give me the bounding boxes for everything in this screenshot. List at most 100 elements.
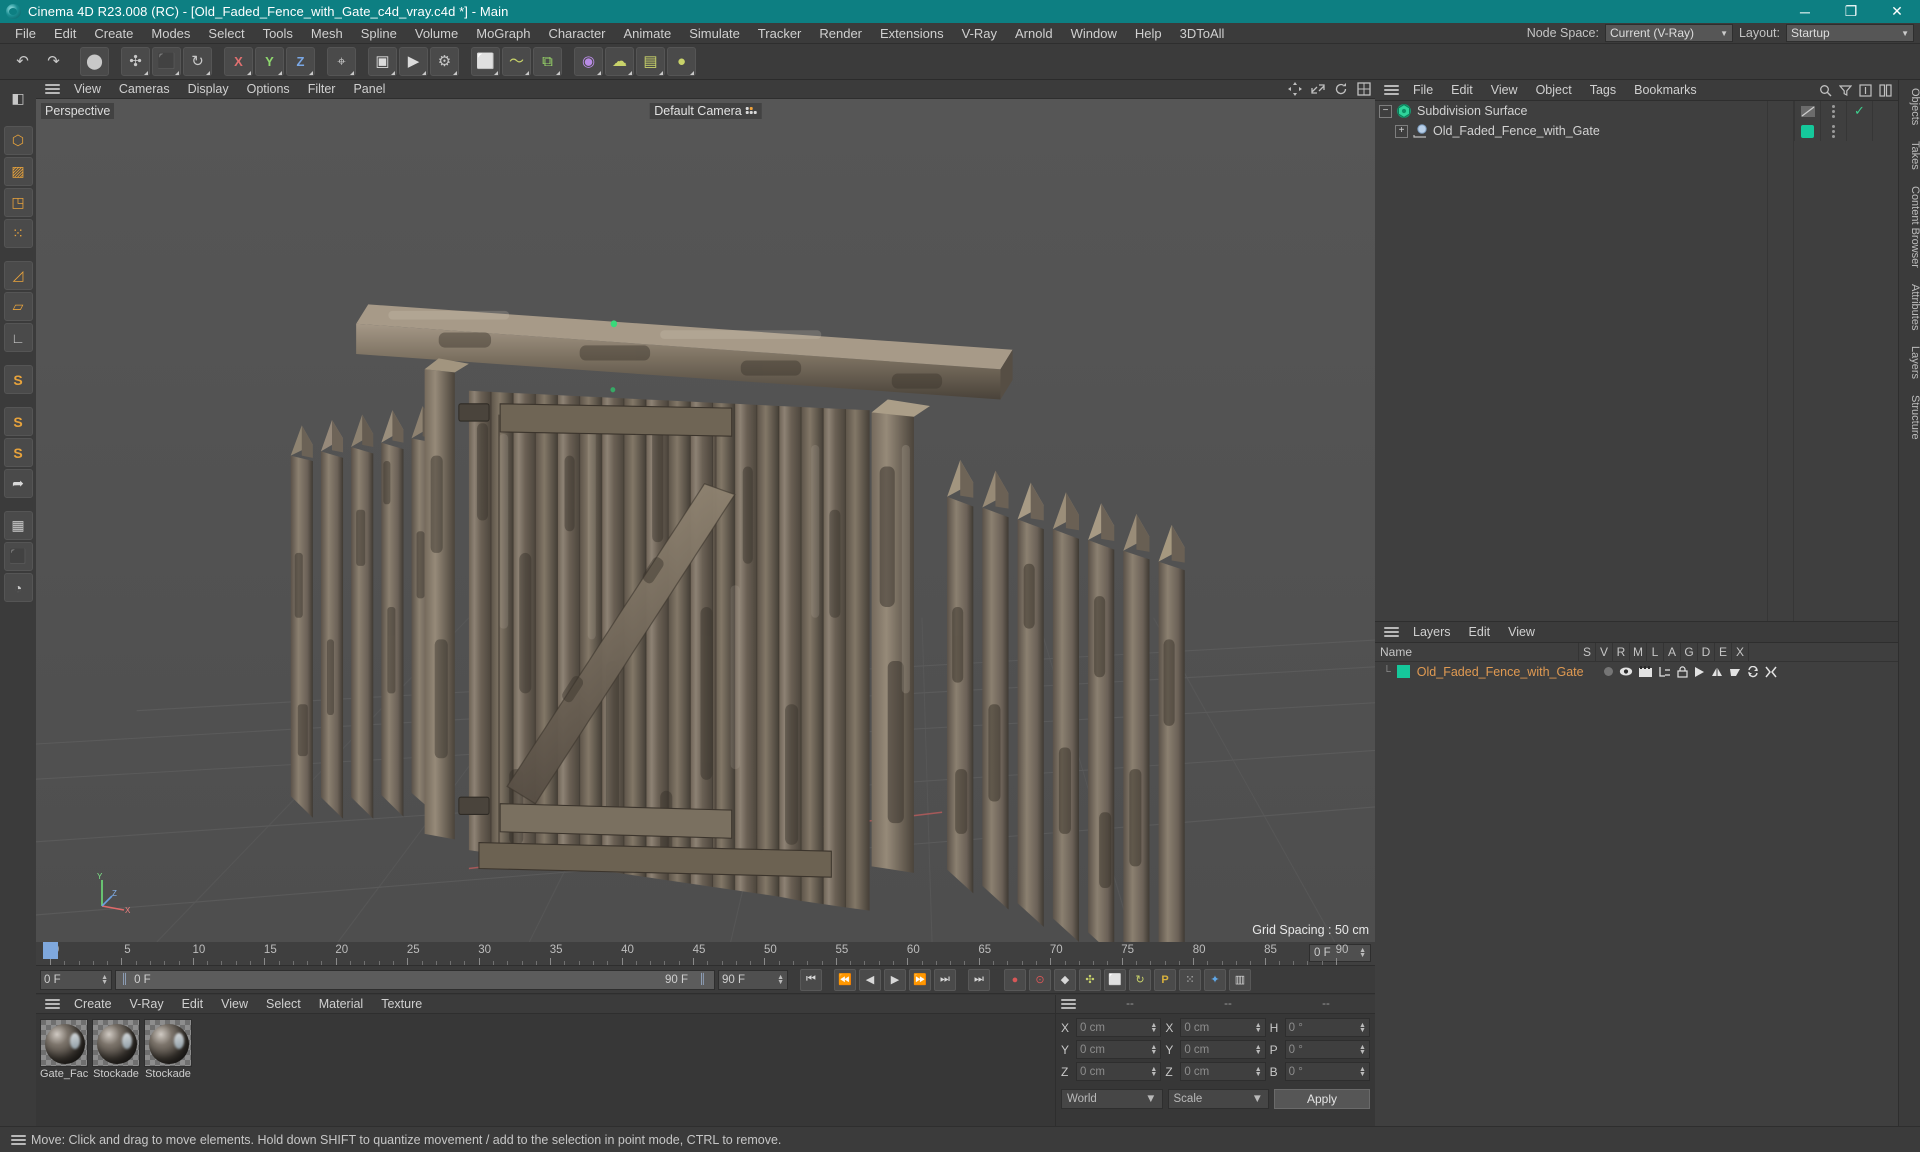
viewport-menu-hamburger-icon[interactable] — [45, 84, 60, 94]
range-handle-right-icon[interactable]: ║ — [699, 974, 706, 985]
go-to-end-button[interactable]: ⏭ — [968, 968, 990, 991]
add-camera-object[interactable]: ▤ — [636, 47, 665, 76]
manager-toggle-icon[interactable] — [1658, 666, 1671, 678]
material-item[interactable]: Stockade — [92, 1019, 140, 1080]
material-tag-slot[interactable] — [1794, 101, 1820, 121]
menu-mograph[interactable]: MoGraph — [467, 23, 539, 44]
spinner-icon[interactable]: ▲ ▼ — [1255, 1066, 1262, 1078]
object-menu-file[interactable]: File — [1404, 81, 1442, 100]
enable-snapping-button[interactable]: ➦ — [3, 469, 33, 498]
texture-mode-button[interactable]: ▨ — [3, 157, 33, 186]
layer-column-a[interactable]: A — [1663, 642, 1680, 662]
rotation-key-button[interactable]: ↻ — [1129, 968, 1151, 991]
render-toggle-icon[interactable] — [1638, 665, 1652, 678]
close-button[interactable]: ✕ — [1874, 0, 1920, 23]
timeline-playhead[interactable] — [43, 942, 58, 959]
make-editable-button[interactable]: ◧ — [4, 84, 33, 113]
add-spline-object[interactable]: 〜 — [502, 47, 531, 76]
material-preview[interactable] — [40, 1019, 88, 1067]
rotation-b-input[interactable]: 0 ° ▲ ▼ — [1284, 1062, 1370, 1081]
record-active-objects-button[interactable]: ● — [1004, 968, 1026, 991]
layer-column-m[interactable]: M — [1629, 642, 1646, 662]
material-item[interactable]: Gate_Fac — [40, 1019, 88, 1080]
material-menu-view[interactable]: View — [212, 995, 257, 1014]
range-handle-left-icon[interactable]: ║ — [121, 974, 128, 985]
object-row-subdivision-surface[interactable]: − Subdivision Surface ✓ — [1375, 101, 1898, 121]
layer-menu-view[interactable]: View — [1499, 623, 1544, 642]
layer-column-r[interactable]: R — [1612, 642, 1629, 662]
render-settings-button[interactable]: ⚙ — [430, 47, 459, 76]
rotation-h-input[interactable]: 0 ° ▲ ▼ — [1284, 1018, 1370, 1037]
point-level-animation-toggle[interactable]: ✦ — [1204, 968, 1226, 991]
row-dots-icon[interactable] — [1820, 121, 1846, 141]
menu-3dtoall[interactable]: 3DToAll — [1171, 23, 1234, 44]
play-backwards-button[interactable]: ◀ — [859, 968, 881, 991]
points-mode-button[interactable]: ⁙ — [3, 219, 33, 248]
layer-menu-layers[interactable]: Layers — [1404, 623, 1460, 642]
viewport-solo-off-button[interactable]: S — [3, 438, 33, 467]
layout-select[interactable]: Startup ▼ — [1786, 24, 1914, 42]
menu-simulate[interactable]: Simulate — [680, 23, 749, 44]
material-tag-slot[interactable] — [1794, 121, 1820, 141]
layer-column-l[interactable]: L — [1646, 642, 1663, 662]
object-menu-view[interactable]: View — [1482, 81, 1527, 100]
polygons-mode-button[interactable]: ▱ — [3, 292, 33, 321]
minimize-button[interactable]: ─ — [1782, 0, 1828, 23]
live-selection-tool[interactable]: ⬤ — [80, 47, 109, 76]
preview-range-bar[interactable]: ║ 0 F 90 F ║ — [115, 969, 715, 990]
redo-button[interactable]: ↷ — [39, 47, 68, 76]
xref-toggle-icon[interactable] — [1764, 666, 1777, 678]
scale-key-button[interactable]: ⬜ — [1104, 968, 1126, 991]
workplane-lock-button[interactable]: ▦ — [3, 511, 33, 540]
position-x-input[interactable]: 0 cm ▲ ▼ — [1076, 1018, 1162, 1037]
render-to-picture-viewer[interactable]: ▶ — [399, 47, 428, 76]
visibility-eye-icon[interactable] — [1619, 666, 1633, 677]
add-cube-object[interactable]: ⬜ — [471, 47, 500, 76]
position-z-input[interactable]: 0 cm ▲ ▼ — [1076, 1062, 1162, 1081]
model-mode-button[interactable]: ⬡ — [3, 126, 33, 155]
spinner-icon[interactable]: ▲ ▼ — [1150, 1066, 1157, 1078]
layer-column-g[interactable]: G — [1680, 642, 1697, 662]
viewport-menu-cameras[interactable]: Cameras — [110, 80, 179, 99]
modelling-axis-button[interactable]: ⬛ — [3, 542, 33, 571]
material-menu-edit[interactable]: Edit — [173, 995, 213, 1014]
size-x-input[interactable]: 0 cm ▲ ▼ — [1180, 1018, 1266, 1037]
phong-tag-button[interactable]: ◔ — [3, 573, 33, 602]
layer-column-s[interactable]: S — [1578, 642, 1595, 662]
position-y-input[interactable]: 0 cm ▲ ▼ — [1076, 1040, 1162, 1059]
node-space-select[interactable]: Current (V-Ray) ▼ — [1604, 24, 1733, 42]
menu-edit[interactable]: Edit — [45, 23, 85, 44]
rotation-p-input[interactable]: 0 ° ▲ ▼ — [1284, 1040, 1370, 1059]
parameter-key-button[interactable]: P — [1154, 968, 1176, 991]
menu-help[interactable]: Help — [1126, 23, 1171, 44]
position-key-button[interactable]: ✣ — [1079, 968, 1101, 991]
current-frame-input[interactable]: 0 F ▲ ▼ — [40, 969, 112, 990]
menu-mesh[interactable]: Mesh — [302, 23, 352, 44]
enable-axis-button[interactable]: ∟ — [3, 323, 33, 352]
rotate-view-icon[interactable] — [1334, 82, 1348, 96]
animation-toggle-icon[interactable] — [1694, 666, 1705, 678]
spinner-icon[interactable]: ▲ ▼ — [1150, 1044, 1157, 1056]
visibility-check-icon[interactable]: ✓ — [1846, 101, 1872, 121]
layer-color-swatch[interactable] — [1396, 665, 1410, 678]
autokeying-button[interactable]: ⊙ — [1029, 968, 1051, 991]
point-level-animation-button[interactable]: ⁙ — [1179, 968, 1201, 991]
go-to-previous-keyframe-button[interactable]: ⏪ — [834, 968, 856, 991]
coordinates-hamburger-icon[interactable] — [1061, 999, 1076, 1009]
go-to-next-keyframe-button[interactable]: ⏭ — [934, 968, 956, 991]
spinner-icon[interactable]: ▲ ▼ — [1255, 1022, 1262, 1034]
play-forwards-button[interactable]: ▶ — [884, 968, 906, 991]
size-y-input[interactable]: 0 cm ▲ ▼ — [1180, 1040, 1266, 1059]
viewport-menu-display[interactable]: Display — [179, 80, 238, 99]
viewport-menu-view[interactable]: View — [65, 80, 110, 99]
expression-toggle-icon[interactable] — [1747, 665, 1759, 678]
menu-volume[interactable]: Volume — [406, 23, 467, 44]
rotate-tool[interactable]: ↻ — [183, 47, 212, 76]
material-menu-material[interactable]: Material — [310, 995, 372, 1014]
expand-collapse-icon[interactable]: + — [1395, 124, 1408, 138]
viewport-menu-options[interactable]: Options — [238, 80, 299, 99]
material-menu-texture[interactable]: Texture — [372, 995, 431, 1014]
timeline-layout-button[interactable]: ▥ — [1229, 968, 1251, 991]
z-axis-lock[interactable]: Z — [286, 47, 315, 76]
spinner-icon[interactable]: ▲ ▼ — [1150, 1022, 1157, 1034]
